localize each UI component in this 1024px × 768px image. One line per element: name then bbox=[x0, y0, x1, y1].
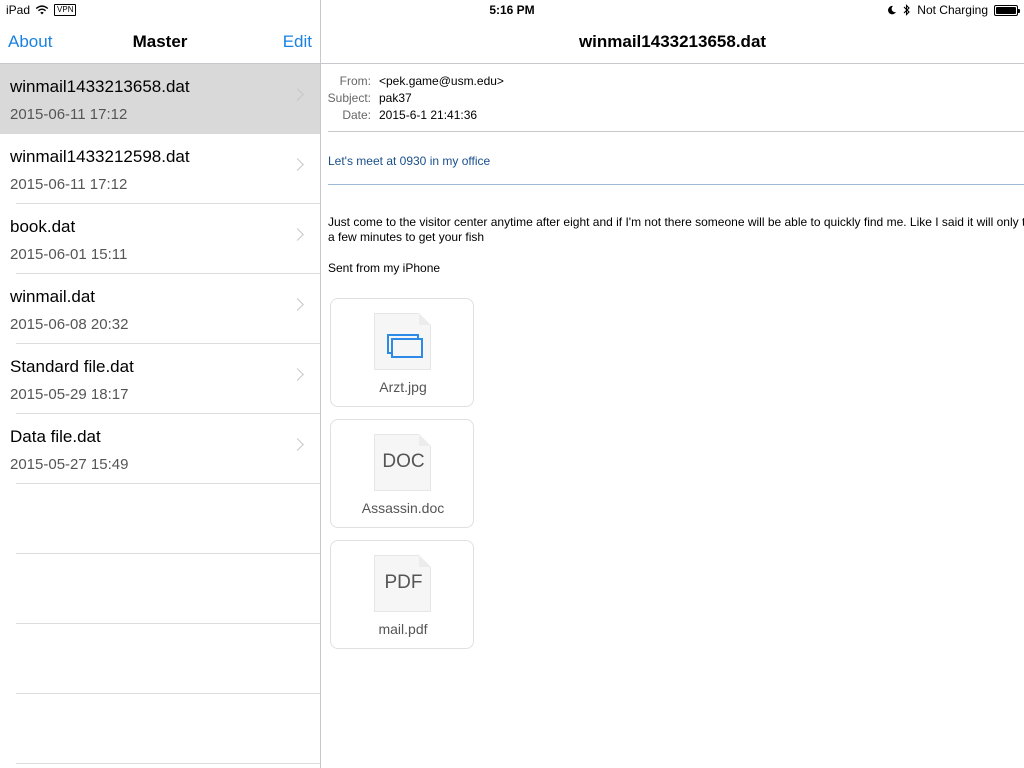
date-label: Date: bbox=[342, 107, 371, 122]
attachment-name: Arzt.jpg bbox=[379, 379, 427, 395]
pdf-file-icon: PDF bbox=[374, 555, 431, 612]
file-title: winmail.dat bbox=[10, 287, 96, 306]
from-label: From: bbox=[339, 73, 371, 88]
date-row: Date: 2015-6-1 21:41:36 bbox=[321, 106, 504, 123]
attachment-name: Assassin.doc bbox=[361, 500, 445, 516]
subject-divider bbox=[328, 184, 1024, 185]
from-row: From: <pek.game@usm.edu> bbox=[321, 72, 504, 89]
file-row-standard-file[interactable]: Standard file.dat 2015-05-29 18:17 bbox=[0, 344, 320, 414]
file-date: 2015-05-27 15:49 bbox=[10, 456, 129, 473]
message-body: Just come to the visitor center anytime … bbox=[328, 215, 1024, 244]
file-type-label: DOC bbox=[382, 451, 425, 472]
chevron-right-icon bbox=[291, 368, 304, 381]
message-headers: From: <pek.game@usm.edu> Subject: pak37 … bbox=[321, 72, 504, 123]
status-right: Not Charging bbox=[887, 3, 1020, 17]
bluetooth-icon bbox=[903, 4, 911, 16]
doc-file-icon: DOC bbox=[374, 434, 431, 491]
attachment-name: mail.pdf bbox=[378, 621, 428, 637]
file-date: 2015-06-11 17:12 bbox=[10, 176, 128, 193]
empty-row bbox=[0, 694, 320, 764]
file-row-book[interactable]: book.dat 2015-06-01 15:11 bbox=[0, 204, 320, 274]
file-title: book.dat bbox=[10, 217, 76, 236]
image-glyph bbox=[387, 334, 423, 358]
chevron-right-icon bbox=[291, 158, 304, 171]
edit-button[interactable]: Edit bbox=[283, 32, 312, 52]
file-date: 2015-06-11 17:12 bbox=[10, 106, 128, 123]
charging-status: Not Charging bbox=[917, 3, 988, 17]
date-value: 2015-6-1 21:41:36 bbox=[379, 107, 478, 122]
file-date: 2015-05-29 18:17 bbox=[10, 386, 129, 403]
master-pane: About Master Edit winmail1433213658.dat … bbox=[0, 20, 320, 768]
file-date: 2015-06-08 20:32 bbox=[10, 316, 129, 333]
chevron-right-icon bbox=[291, 298, 304, 311]
message-subject-line: Let's meet at 0930 in my office bbox=[328, 154, 491, 168]
attachment-mail-pdf[interactable]: PDF mail.pdf bbox=[330, 540, 474, 649]
header-divider bbox=[328, 131, 1024, 132]
empty-row bbox=[0, 554, 320, 624]
moon-icon bbox=[888, 5, 897, 15]
file-title: winmail1433212598.dat bbox=[10, 147, 190, 166]
file-row-winmail[interactable]: winmail.dat 2015-06-08 20:32 bbox=[0, 274, 320, 344]
status-time: 5:16 PM bbox=[489, 3, 535, 17]
file-title: Data file.dat bbox=[10, 427, 101, 446]
image-icon bbox=[374, 313, 431, 370]
file-row-winmail1433212598[interactable]: winmail1433212598.dat 2015-06-11 17:12 bbox=[0, 134, 320, 204]
from-value: <pek.game@usm.edu> bbox=[379, 73, 504, 88]
subject-label: Subject: bbox=[327, 90, 371, 105]
detail-title: winmail1433213658.dat bbox=[578, 32, 767, 51]
file-date: 2015-06-01 15:11 bbox=[10, 246, 128, 263]
empty-row bbox=[0, 484, 320, 554]
file-type-label: PDF bbox=[384, 572, 423, 593]
chevron-right-icon bbox=[291, 228, 304, 241]
chevron-right-icon bbox=[291, 88, 304, 101]
status-bar: iPad VPN 5:16 PM Not Charging bbox=[0, 0, 1024, 20]
attachment-assassin-doc[interactable]: DOC Assassin.doc bbox=[330, 419, 474, 528]
file-row-data-file[interactable]: Data file.dat 2015-05-27 15:49 bbox=[0, 414, 320, 484]
file-row-winmail1433213658[interactable]: winmail1433213658.dat 2015-06-11 17:12 bbox=[0, 64, 320, 134]
battery-level bbox=[996, 6, 1016, 14]
battery-icon bbox=[994, 4, 1020, 16]
attachment-arzt-jpg[interactable]: Arzt.jpg bbox=[330, 298, 474, 407]
file-title: Standard file.dat bbox=[10, 357, 134, 376]
detail-navbar: winmail1433213658.dat bbox=[321, 20, 1024, 64]
subject-row: Subject: pak37 bbox=[321, 89, 504, 106]
file-list: winmail1433213658.dat 2015-06-11 17:12 w… bbox=[0, 64, 320, 764]
file-title: winmail1433213658.dat bbox=[10, 77, 190, 96]
empty-row bbox=[0, 624, 320, 694]
master-navbar: About Master Edit bbox=[0, 20, 320, 64]
detail-pane: winmail1433213658.dat From: <pek.game@us… bbox=[321, 20, 1024, 768]
master-title: Master bbox=[132, 32, 188, 51]
chevron-right-icon bbox=[291, 438, 304, 451]
message-signature: Sent from my iPhone bbox=[328, 261, 441, 275]
subject-value: pak37 bbox=[379, 90, 412, 105]
